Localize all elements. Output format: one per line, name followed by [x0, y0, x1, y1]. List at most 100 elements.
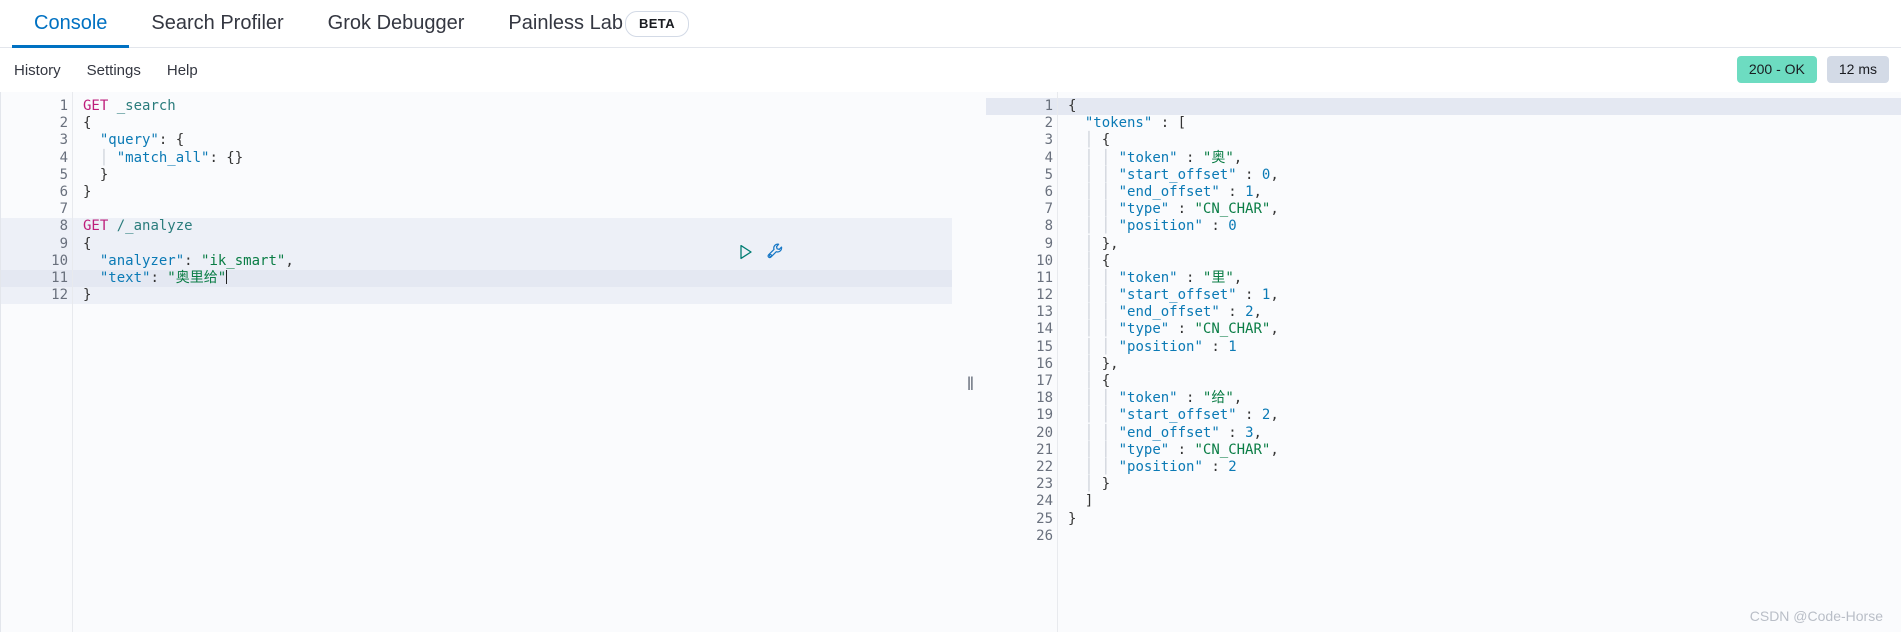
- request-line-number: 7: [59, 201, 68, 218]
- request-code-line[interactable]: }: [73, 184, 952, 201]
- request-code-line[interactable]: }: [73, 287, 952, 305]
- request-editor-pane[interactable]: 12▾3▾45▴6▴789▾101112▴ GET _search{ "quer…: [0, 92, 952, 632]
- response-token: ,: [1270, 201, 1279, 218]
- response-token: :: [1219, 424, 1246, 441]
- request-code-line[interactable]: {: [73, 115, 952, 132]
- response-line-number: 11: [1036, 269, 1053, 286]
- response-code-line[interactable]: │ │ "type" : "CN_CHAR",: [1058, 442, 1901, 459]
- subnav-item-help[interactable]: Help: [167, 62, 198, 79]
- request-code-line[interactable]: "analyzer": "ik_smart",: [73, 252, 952, 270]
- request-code-line[interactable]: [73, 201, 952, 218]
- response-line-number: 24▴: [986, 493, 1066, 510]
- request-line-number: 12▴: [1, 287, 81, 305]
- request-code-line[interactable]: GET /_analyze: [73, 218, 952, 236]
- request-code-area[interactable]: GET _search{ "query": { │ "match_all": {…: [73, 92, 952, 632]
- response-line-number: 4: [1044, 149, 1053, 166]
- request-code-line[interactable]: GET _search: [73, 98, 952, 115]
- response-code-line[interactable]: │ │ "start_offset" : 1,: [1058, 287, 1901, 304]
- subnav-item-settings[interactable]: Settings: [87, 62, 141, 79]
- request-code-line[interactable]: {: [73, 235, 952, 253]
- response-line-number: 7: [1044, 201, 1053, 218]
- request-code-line[interactable]: "query": {: [73, 132, 952, 149]
- request-code-line[interactable]: "text": "奥里给": [73, 269, 952, 288]
- request-token: "ik_smart": [201, 252, 286, 269]
- play-icon[interactable]: [737, 243, 755, 261]
- response-line-number: 3▾: [986, 132, 1066, 149]
- response-line-number: 2▾: [986, 115, 1066, 132]
- response-token: ,: [1233, 390, 1243, 407]
- response-code-area[interactable]: { "tokens" : [ │ { │ │ "token" : "奥", │ …: [1058, 92, 1901, 632]
- response-token: [1093, 390, 1101, 406]
- request-token: /_analyze: [116, 218, 193, 235]
- response-code-line[interactable]: │ │ "start_offset" : 2,: [1058, 407, 1901, 424]
- request-line-number: 11: [1, 269, 72, 288]
- response-line-number: 14: [1036, 321, 1053, 338]
- response-token: }: [1093, 476, 1111, 493]
- response-token: "start_offset": [1118, 287, 1237, 304]
- pane-splitter[interactable]: ‖: [952, 92, 986, 632]
- response-code-line[interactable]: │ },: [1058, 236, 1901, 253]
- response-code-line[interactable]: }: [1058, 511, 1901, 528]
- response-code-line[interactable]: │ │ "token" : "里",: [1058, 270, 1901, 287]
- response-token: [1110, 321, 1118, 337]
- response-token: :: [1236, 407, 1262, 424]
- tab-grok-debugger[interactable]: Grok Debugger: [306, 0, 487, 48]
- text-cursor: [226, 269, 228, 284]
- request-code-line[interactable]: │ "match_all": {}: [73, 150, 952, 167]
- response-token: ,: [1270, 321, 1279, 338]
- response-token: [1068, 270, 1085, 286]
- request-token: [83, 132, 100, 148]
- response-token: [1093, 150, 1101, 166]
- splitter-grip-icon[interactable]: ‖: [967, 374, 975, 395]
- response-code-line[interactable]: │ │ "end_offset" : 2,: [1058, 304, 1901, 321]
- request-line-number: 1: [59, 98, 68, 114]
- response-code-line[interactable]: │ │ "token" : "给",: [1058, 390, 1901, 407]
- response-code-line[interactable]: │ │ "type" : "CN_CHAR",: [1058, 201, 1901, 218]
- tab-painless-lab[interactable]: Painless Lab BETA: [486, 0, 711, 48]
- request-code-line[interactable]: }: [73, 167, 952, 184]
- response-token: [1068, 356, 1085, 372]
- response-token: "CN_CHAR": [1194, 321, 1271, 338]
- subnav-item-history[interactable]: History: [14, 62, 61, 79]
- response-viewer-pane[interactable]: 1▾2▾3▾456789▴10▾111213141516▴17▾18192021…: [986, 92, 1901, 632]
- response-code-line[interactable]: │ {: [1058, 253, 1901, 270]
- response-token: │: [1101, 183, 1111, 200]
- response-code-line[interactable]: │ │ "position" : 0: [1058, 218, 1901, 235]
- tab-search-profiler[interactable]: Search Profiler: [129, 0, 305, 48]
- request-token: "query": [99, 132, 159, 149]
- response-token: :: [1202, 338, 1229, 355]
- response-token: "end_offset": [1118, 424, 1220, 441]
- response-code-line[interactable]: │ │ "position" : 1: [1058, 339, 1901, 356]
- response-code-line[interactable]: {: [1058, 98, 1901, 116]
- response-code-line[interactable]: │ {: [1058, 132, 1901, 149]
- response-code-line[interactable]: ]: [1058, 493, 1901, 510]
- response-token: [1093, 184, 1101, 200]
- response-token: │: [1101, 166, 1111, 183]
- response-token: [1093, 425, 1101, 441]
- response-code-line[interactable]: │ {: [1058, 373, 1901, 390]
- response-code-line[interactable]: [1058, 528, 1901, 545]
- response-token: "里": [1202, 269, 1234, 286]
- wrench-icon[interactable]: [766, 242, 785, 261]
- response-token: "start_offset": [1118, 407, 1237, 424]
- response-code-line[interactable]: │ │ "end_offset" : 3,: [1058, 425, 1901, 442]
- response-code-line[interactable]: │ │ "end_offset" : 1,: [1058, 184, 1901, 201]
- response-token: ,: [1253, 183, 1262, 200]
- response-code-line[interactable]: │ │ "type" : "CN_CHAR",: [1058, 321, 1901, 338]
- response-token: {: [1093, 252, 1111, 269]
- response-code-line[interactable]: "tokens" : [: [1058, 115, 1901, 132]
- response-line-number: 19: [1036, 407, 1053, 424]
- response-token: ]: [1068, 493, 1094, 510]
- beta-badge: BETA: [624, 10, 689, 37]
- response-code-line[interactable]: │ │ "start_offset" : 0,: [1058, 167, 1901, 184]
- request-token: "奥里给": [167, 269, 227, 286]
- response-token: "奥": [1202, 149, 1234, 166]
- response-code-line[interactable]: │ │ "position" : 2: [1058, 459, 1901, 476]
- response-code-line[interactable]: │ │ "token" : "奥",: [1058, 150, 1901, 167]
- response-token: [1110, 201, 1118, 217]
- response-code-line[interactable]: │ },: [1058, 356, 1901, 373]
- response-token: [1110, 339, 1118, 355]
- request-token: ,: [285, 252, 294, 269]
- response-code-line[interactable]: │ }: [1058, 476, 1901, 493]
- tab-console[interactable]: Console: [12, 0, 130, 48]
